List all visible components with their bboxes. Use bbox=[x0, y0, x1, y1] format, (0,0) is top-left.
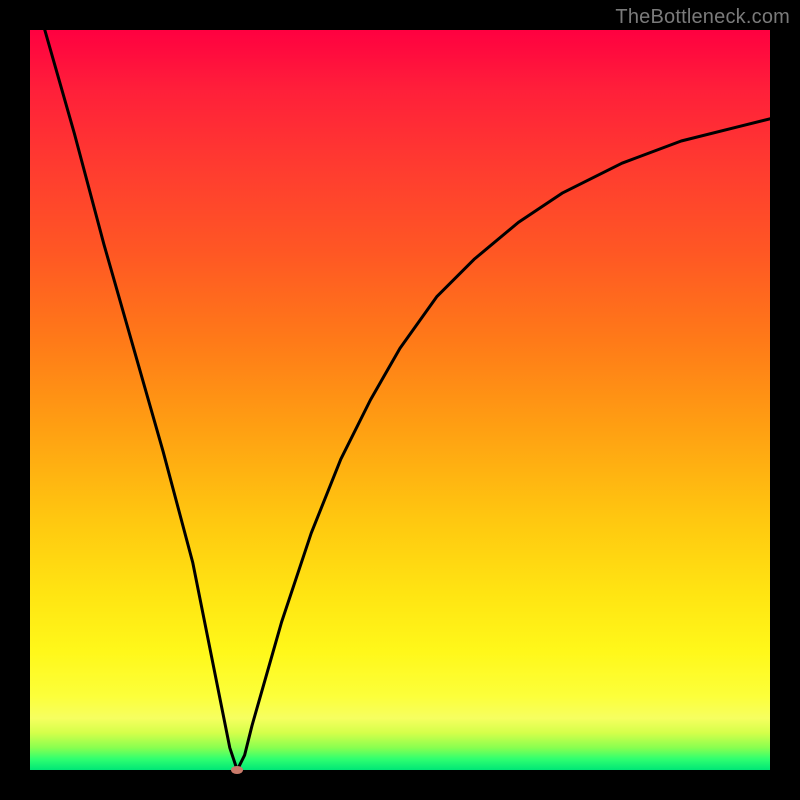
watermark-text: TheBottleneck.com bbox=[615, 6, 790, 29]
plot-area bbox=[30, 30, 770, 770]
chart-frame: TheBottleneck.com bbox=[0, 0, 800, 800]
